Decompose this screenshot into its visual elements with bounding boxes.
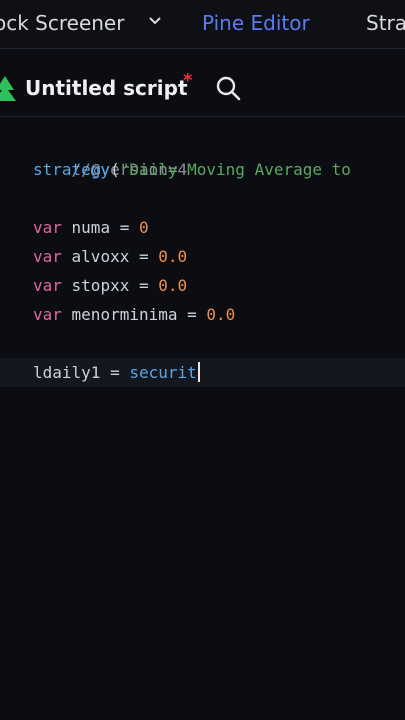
code-identifier: numa = — [61, 218, 139, 237]
code-keyword: var — [33, 276, 62, 295]
code-identifier: stopxx = — [61, 276, 159, 295]
code-identifier: alvoxx = — [61, 247, 159, 266]
code-identifier: menorminima = — [61, 305, 207, 324]
pine-logo-icon — [0, 76, 16, 101]
code-line-7[interactable]: var menorminima = 0.0 — [33, 300, 405, 329]
code-function: securit — [129, 363, 197, 382]
code-editor[interactable]: //@version=4 strategy("Daily Moving Aver… — [0, 126, 405, 720]
search-icon[interactable] — [214, 74, 242, 102]
code-number: 0 — [138, 218, 149, 237]
code-function: strategy — [33, 160, 111, 179]
tab-pine-editor[interactable]: Pine Editor — [202, 10, 310, 36]
text-cursor — [197, 362, 200, 382]
code-number: 0.0 — [158, 276, 188, 295]
script-title[interactable]: Untitled script — [25, 74, 188, 102]
code-line-2[interactable]: strategy("Daily Moving Average to — [33, 155, 405, 184]
tab-strategy-tester[interactable]: Stra — [366, 10, 405, 36]
top-tab-bar: ock Screener Pine Editor Stra — [0, 0, 405, 49]
chevron-down-icon[interactable] — [148, 14, 162, 28]
code-string: "Daily Moving Average to — [119, 160, 351, 179]
code-line-4[interactable]: var numa = 0 — [33, 213, 405, 242]
code-number: 0.0 — [158, 247, 188, 266]
unsaved-indicator: * — [183, 70, 193, 91]
code-number: 0.0 — [206, 305, 236, 324]
code-line-6[interactable]: var stopxx = 0.0 — [33, 271, 405, 300]
code-line-9[interactable]: ldaily1 = securit — [33, 358, 405, 387]
code-identifier: ldaily1 = — [33, 363, 130, 382]
code-keyword: var — [33, 305, 62, 324]
tab-stock-screener[interactable]: ock Screener — [0, 10, 124, 36]
code-paren: ( — [110, 160, 120, 179]
script-title-bar: Untitled script * — [0, 60, 405, 117]
code-line-1[interactable]: //@version=4 — [33, 126, 405, 179]
code-keyword: var — [33, 247, 62, 266]
code-keyword: var — [33, 218, 62, 237]
code-line-5[interactable]: var alvoxx = 0.0 — [33, 242, 405, 271]
